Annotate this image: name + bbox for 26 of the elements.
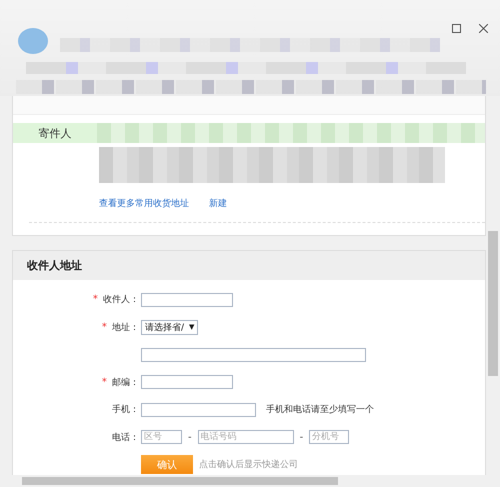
field-label: 手机： xyxy=(112,405,139,416)
note-text: 点击确认后显示快递公司 xyxy=(199,458,298,472)
required-mark: * xyxy=(92,294,98,306)
field-label: 收件人： xyxy=(103,295,139,306)
blurred-logo xyxy=(18,28,48,54)
required-mark: * xyxy=(102,322,107,333)
maximize-icon[interactable] xyxy=(452,24,461,33)
link[interactable]: 新建 xyxy=(209,197,227,210)
input-field[interactable] xyxy=(141,375,233,390)
section-title: 收件人地址 xyxy=(27,258,82,273)
separator-dash: - xyxy=(188,432,192,443)
input-field[interactable]: 分机号 xyxy=(309,430,350,444)
input-field[interactable] xyxy=(141,292,233,307)
required-mark: * xyxy=(102,376,107,388)
link[interactable]: 查看更多常用收货地址 xyxy=(99,197,189,210)
field-label: 地址： xyxy=(112,322,139,333)
field-label: 电话： xyxy=(112,432,139,443)
hint-text: 手机和电话请至少填写一个 xyxy=(266,404,374,416)
sender-label: 寄件人 xyxy=(38,126,72,140)
field-label: 邮编： xyxy=(112,378,139,388)
input-field[interactable] xyxy=(141,348,366,362)
separator-dash: - xyxy=(300,432,304,443)
input-field[interactable]: 区号 xyxy=(141,430,182,444)
close-icon[interactable] xyxy=(479,24,488,33)
input-field[interactable] xyxy=(141,402,256,417)
input-field[interactable]: 电话号码 xyxy=(198,430,294,444)
